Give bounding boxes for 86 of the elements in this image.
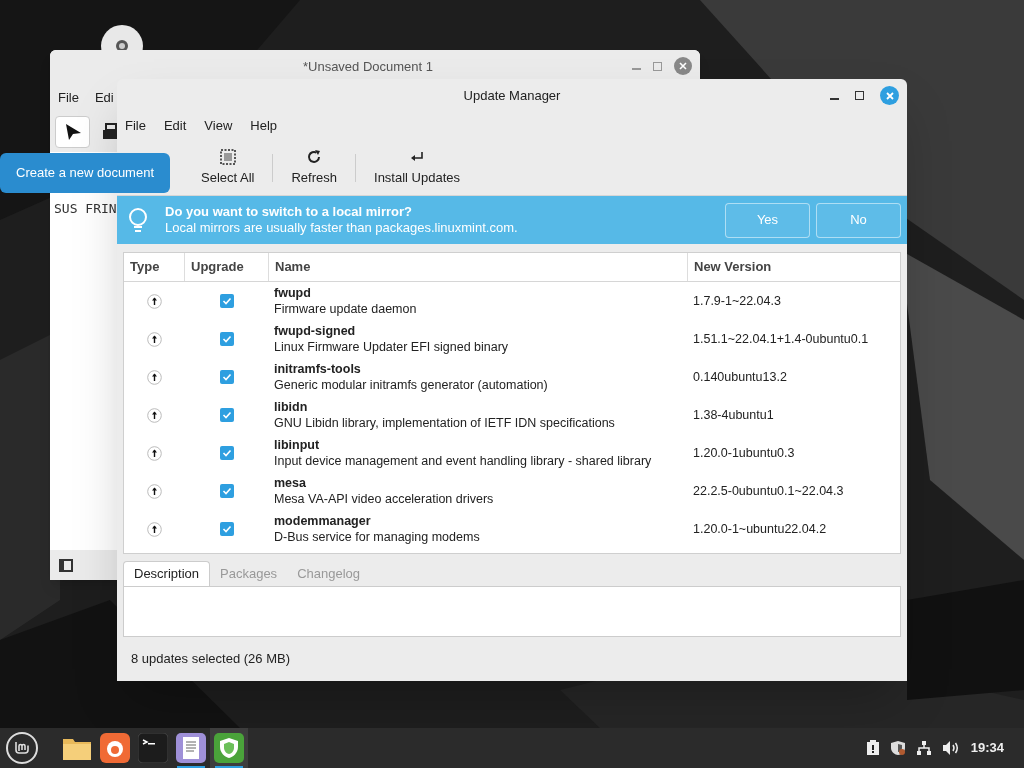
close-button[interactable] — [674, 57, 692, 75]
menu-item[interactable]: Help — [250, 116, 278, 136]
version-text: 1.38-4ubuntu1 — [693, 406, 774, 424]
select-all-icon — [219, 148, 236, 165]
package-name: libidn — [274, 399, 309, 415]
clock[interactable]: 19:34 — [970, 738, 1004, 758]
toolbar-button[interactable]: Refresh — [279, 147, 349, 188]
version-text: 22.2.5-0ubuntu0.1~22.04.3 — [693, 482, 844, 500]
version-text: 1.51.1~22.04.1+1.4-0ubuntu0.1 — [693, 330, 869, 348]
version-text: 1.20.0-1~ubuntu22.04.2 — [693, 520, 827, 538]
checkmark-icon — [222, 372, 232, 382]
checkmark-icon — [222, 334, 232, 344]
checkmark-icon — [222, 486, 232, 496]
version-text: 0.140ubuntu13.2 — [693, 368, 787, 386]
checkbox[interactable] — [220, 484, 234, 498]
lightbulb-icon — [127, 207, 149, 233]
version-text: 1.20.0-1ubuntu0.3 — [693, 444, 795, 462]
shield-icon[interactable] — [889, 740, 906, 756]
package-name: fwupd-signed — [274, 323, 357, 339]
package-description: Firmware update daemon — [274, 301, 418, 317]
package-description: D-Bus service for managing modems — [274, 529, 481, 545]
checkbox[interactable] — [220, 370, 234, 384]
upgrade-icon — [147, 331, 162, 347]
close-icon — [679, 62, 687, 70]
upgrade-icon — [147, 369, 162, 385]
checkbox[interactable] — [220, 332, 234, 346]
checkmark-icon — [222, 524, 232, 534]
package-name: modemmanager — [274, 513, 372, 529]
new-document-button[interactable] — [55, 116, 90, 148]
package-name: libinput — [274, 437, 321, 453]
refresh-icon — [306, 148, 323, 165]
tooltip: Create a new document — [0, 153, 171, 193]
checkbox[interactable] — [220, 408, 234, 422]
checkmark-icon — [222, 410, 232, 420]
checkbox[interactable] — [220, 446, 234, 460]
column-header[interactable]: Name — [269, 253, 688, 281]
column-header[interactable]: Type — [124, 253, 185, 281]
upgrade-icon — [147, 483, 162, 499]
upgrade-icon — [147, 407, 162, 423]
toolbar-button[interactable]: Select All — [189, 147, 267, 188]
package-name: mesa — [274, 475, 307, 491]
package-description: Generic modular initramfs generator (automation) — [274, 377, 549, 393]
column-header[interactable]: New Version — [688, 253, 900, 281]
menu-item[interactable]: Edit — [163, 116, 187, 136]
column-header[interactable]: Upgrade — [185, 253, 269, 281]
logo — [14, 741, 30, 755]
upgrade-icon — [147, 445, 162, 461]
network-icon[interactable] — [915, 740, 932, 756]
version-text: 1.7.9-1~22.04.3 — [693, 292, 781, 310]
checkbox[interactable] — [220, 294, 234, 308]
terminal-icon — [138, 733, 168, 763]
package-description: GNU Libidn library, implementation of IETF IDN specifications — [274, 415, 616, 431]
toolbar-button[interactable]: Install Updates — [362, 147, 472, 188]
notepad-icon — [176, 733, 206, 763]
document-text: SUS FRIN — [54, 201, 117, 216]
tab[interactable]: Description — [123, 561, 211, 586]
window-title: Update Manager — [463, 86, 561, 105]
close-button[interactable] — [880, 86, 899, 105]
menu-item[interactable]: Edi — [94, 88, 114, 108]
taskbar-app-button[interactable] — [210, 728, 248, 768]
minimize-button[interactable] — [830, 97, 839, 100]
checkmark-icon — [222, 296, 232, 306]
package-description: Input device management and event handling library - shared library — [274, 453, 653, 469]
maximize-button[interactable] — [855, 91, 864, 100]
clipboard-alert-icon[interactable] — [865, 740, 880, 756]
return-arrow-icon — [409, 149, 425, 164]
package-name: fwupd — [274, 285, 312, 301]
side-panel-icon[interactable] — [59, 558, 73, 572]
status-text: 8 updates selected (26 MB) — [131, 650, 290, 669]
upgrade-icon — [147, 521, 162, 537]
upgrade-icon — [147, 293, 162, 309]
checkbox[interactable] — [220, 522, 234, 536]
menu-item[interactable]: View — [204, 116, 233, 136]
info-title: Do you want to switch to a local mirror? — [165, 204, 414, 220]
menu-item[interactable]: File — [125, 116, 146, 136]
menu-button[interactable] — [6, 732, 38, 764]
window-title: *Unsaved Document 1 — [302, 58, 434, 77]
package-description: Mesa VA-API video acceleration drivers — [274, 491, 495, 507]
close-icon — [885, 91, 894, 100]
menu-item[interactable]: File — [58, 88, 79, 108]
info-message: Local mirrors are usually faster than packages.linuxmint.com. — [165, 220, 519, 236]
shield-icon — [214, 733, 244, 763]
volume-icon[interactable] — [941, 740, 960, 756]
checkmark-icon — [222, 448, 232, 458]
package-description: Linux Firmware Updater EFI signed binary — [274, 339, 510, 355]
package-name: initramfs-tools — [274, 361, 362, 377]
